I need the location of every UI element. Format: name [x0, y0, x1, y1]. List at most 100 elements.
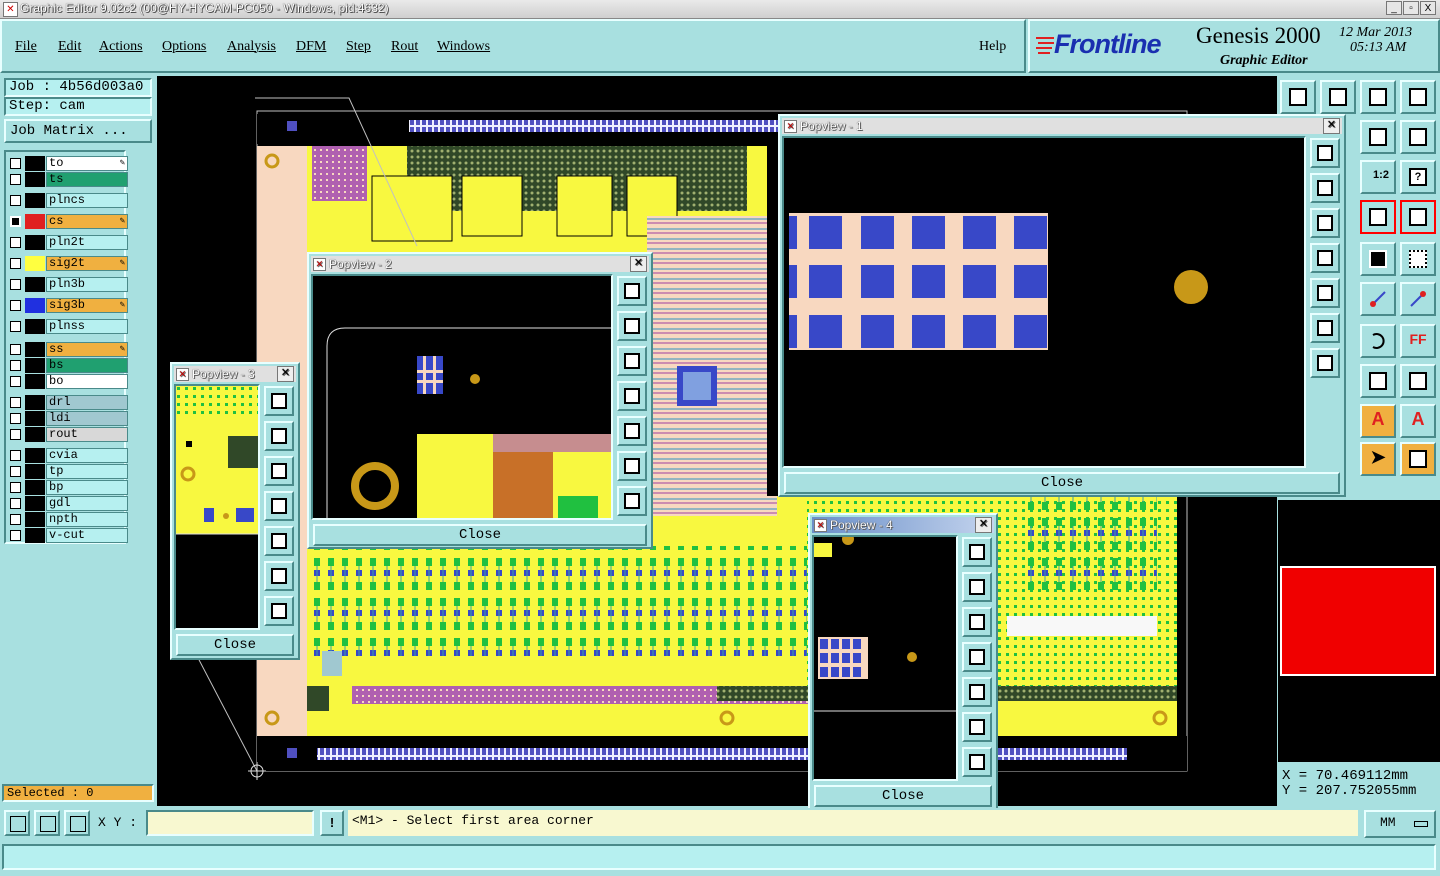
- layer-row-v-cut[interactable]: v-cut: [10, 528, 128, 543]
- layer-checkbox[interactable]: [10, 413, 21, 424]
- layer-color-swatch[interactable]: [25, 235, 45, 250]
- layer-color-swatch[interactable]: [25, 480, 45, 495]
- grid-button[interactable]: [64, 810, 90, 836]
- bottom-view-button[interactable]: [1320, 80, 1356, 114]
- layer-name[interactable]: v-cut: [46, 528, 128, 543]
- layer-name[interactable]: cvia: [46, 448, 128, 463]
- layer-color-swatch[interactable]: [25, 395, 45, 410]
- layer-checkbox[interactable]: [10, 258, 21, 269]
- layer-row-bp[interactable]: bp: [10, 480, 128, 495]
- layer-color-swatch[interactable]: [25, 193, 45, 208]
- font-button[interactable]: FF: [1400, 324, 1436, 358]
- popview-3-pan-left[interactable]: [264, 491, 294, 521]
- popview-1-pan-left[interactable]: [1310, 243, 1340, 273]
- layer-color-swatch[interactable]: [25, 172, 45, 187]
- layer-name[interactable]: rout: [46, 427, 128, 442]
- line-button[interactable]: [1360, 282, 1396, 316]
- menu-actions[interactable]: Actions: [99, 39, 143, 55]
- layer-color-swatch[interactable]: [25, 464, 45, 479]
- layer-name[interactable]: cs ✎: [46, 214, 128, 229]
- layer-name[interactable]: ts: [46, 172, 128, 187]
- layer-color-swatch[interactable]: [25, 342, 45, 357]
- popview-3-view[interactable]: [174, 384, 260, 630]
- menu-edit[interactable]: Edit: [58, 39, 81, 55]
- popview-3-pan-right[interactable]: [264, 526, 294, 556]
- layer-color-swatch[interactable]: [25, 256, 45, 271]
- layer-checkbox[interactable]: [10, 300, 21, 311]
- popview-1-pan-right[interactable]: [1310, 278, 1340, 308]
- layer-row-bs[interactable]: bs: [10, 358, 128, 373]
- popview-1-view[interactable]: [782, 136, 1306, 468]
- home-button[interactable]: [1360, 80, 1396, 114]
- layer-name[interactable]: drl: [46, 395, 128, 410]
- command-line[interactable]: [2, 844, 1436, 870]
- snap-button[interactable]: [4, 810, 30, 836]
- rotate-left-button[interactable]: [1360, 120, 1396, 154]
- menu-dfm[interactable]: DFM: [296, 39, 326, 55]
- layer-name[interactable]: npth: [46, 512, 128, 527]
- popview-1-zoom-out[interactable]: [1310, 348, 1340, 378]
- layer-name[interactable]: ss ✎: [46, 342, 128, 357]
- layer-color-swatch[interactable]: [25, 528, 45, 543]
- menu-rout[interactable]: Rout: [391, 39, 418, 55]
- popview-4-close-button[interactable]: Close: [814, 785, 992, 807]
- layer-row-plncs[interactable]: plncs: [10, 193, 128, 208]
- layer-row-cvia[interactable]: cvia: [10, 448, 128, 463]
- layer-name[interactable]: plncs: [46, 193, 128, 208]
- layer-color-swatch[interactable]: [25, 277, 45, 292]
- popview-2-close-icon[interactable]: ✕: [630, 256, 647, 272]
- layer-checkbox[interactable]: [10, 216, 21, 227]
- popview-2-pan-down[interactable]: [617, 346, 647, 376]
- layer-color-swatch[interactable]: [25, 496, 45, 511]
- layer-row-pln2t[interactable]: pln2t: [10, 235, 128, 250]
- popview-3-zoom-fit[interactable]: [264, 386, 294, 416]
- layer-color-swatch[interactable]: [25, 427, 45, 442]
- layer-row-sig2t[interactable]: sig2t ✎: [10, 256, 128, 271]
- popview-3-close-button[interactable]: Close: [176, 634, 294, 656]
- layer-checkbox[interactable]: [10, 360, 21, 371]
- route-button[interactable]: [1400, 442, 1436, 476]
- pad-button[interactable]: [1400, 242, 1436, 276]
- mini-map[interactable]: [1278, 500, 1440, 762]
- layer-color-swatch[interactable]: [25, 448, 45, 463]
- layer-name[interactable]: bo: [46, 374, 128, 389]
- layer-row-plnss[interactable]: plnss: [10, 319, 128, 334]
- menu-help[interactable]: Help: [979, 39, 1006, 55]
- layer-row-rout[interactable]: rout: [10, 427, 128, 442]
- popview-4-pan-down[interactable]: [962, 607, 992, 637]
- layer-color-swatch[interactable]: [25, 214, 45, 229]
- layer-name[interactable]: tp: [46, 464, 128, 479]
- menu-windows[interactable]: Windows: [437, 39, 490, 55]
- layer-name[interactable]: ldi: [46, 411, 128, 426]
- layer-checkbox[interactable]: [10, 450, 21, 461]
- popview-4-zoom-out[interactable]: [962, 747, 992, 777]
- layer-name[interactable]: gdl: [46, 496, 128, 511]
- measure2-button[interactable]: [1400, 200, 1436, 234]
- layer-row-to[interactable]: to ✎: [10, 156, 128, 171]
- layer-checkbox[interactable]: [10, 376, 21, 387]
- measure-button[interactable]: [1360, 200, 1396, 234]
- layer-name[interactable]: pln3b: [46, 277, 128, 292]
- close-window-button[interactable]: X: [1420, 1, 1436, 15]
- menu-analysis[interactable]: Analysis: [227, 39, 276, 55]
- text-a-button[interactable]: A: [1360, 404, 1396, 438]
- popview-3-zoom-in[interactable]: [264, 561, 294, 591]
- layer-row-npth[interactable]: npth: [10, 512, 128, 527]
- layer-checkbox[interactable]: [10, 498, 21, 509]
- popview-4-view[interactable]: [812, 535, 958, 781]
- popview-4-pan-up[interactable]: [962, 572, 992, 602]
- text-a2-button[interactable]: A: [1400, 404, 1436, 438]
- layer-checkbox[interactable]: [10, 237, 21, 248]
- layer-color-swatch[interactable]: [25, 319, 45, 334]
- layer-name[interactable]: bs: [46, 358, 128, 373]
- layer-color-swatch[interactable]: [25, 512, 45, 527]
- popview-4-pan-left[interactable]: [962, 642, 992, 672]
- popview-2-zoom-out[interactable]: [617, 486, 647, 516]
- layer-checkbox[interactable]: [10, 321, 21, 332]
- popview-4-close-icon[interactable]: ✕: [975, 517, 992, 533]
- popview-3-pan-down[interactable]: [264, 456, 294, 486]
- menu-file[interactable]: File: [15, 39, 37, 55]
- layer-checkbox[interactable]: [10, 397, 21, 408]
- popview-2-pan-up[interactable]: [617, 311, 647, 341]
- cross-button[interactable]: [1360, 364, 1396, 398]
